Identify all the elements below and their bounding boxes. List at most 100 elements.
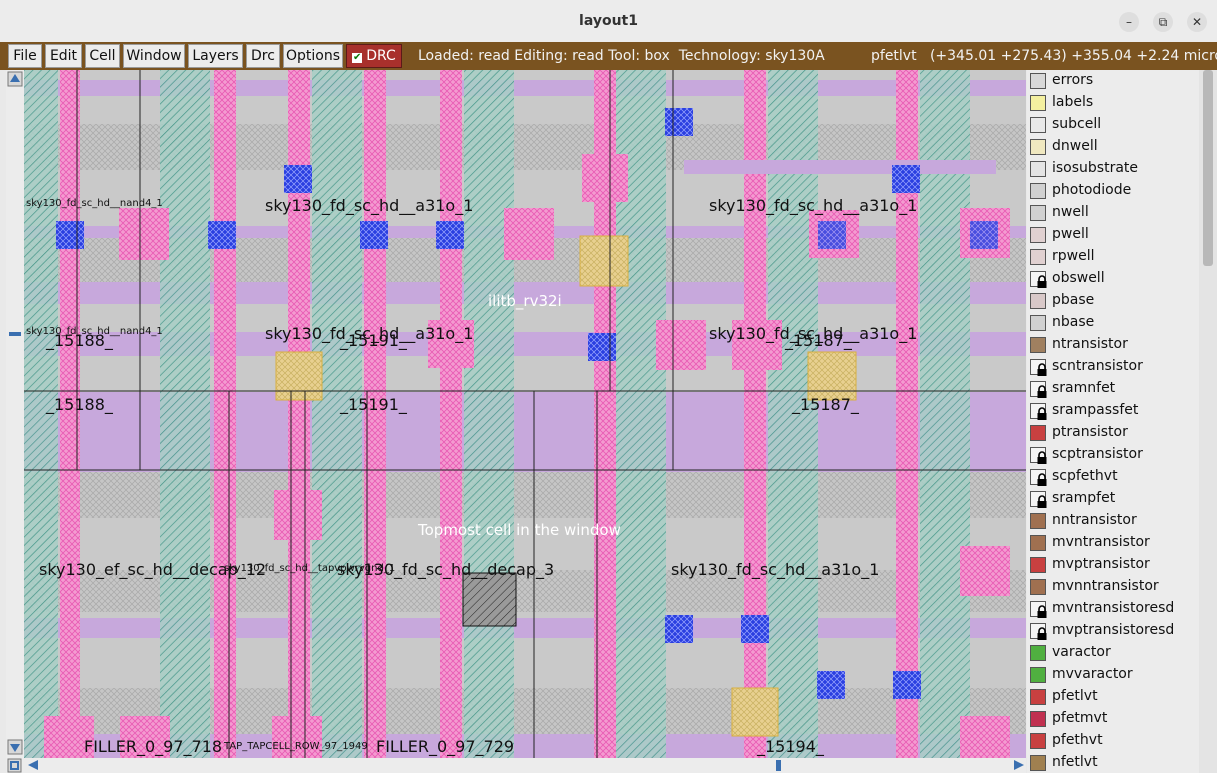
layer-item[interactable]: srampassfet [1027, 400, 1199, 422]
minimize-button[interactable]: – [1119, 12, 1139, 32]
menu-options[interactable]: Options [283, 44, 343, 68]
layer-item[interactable]: mvvaractor [1027, 664, 1199, 686]
layer-swatch[interactable] [1030, 315, 1046, 331]
layer-item[interactable]: scntransistor [1027, 356, 1199, 378]
layer-item[interactable]: mvptransistor [1027, 554, 1199, 576]
layer-swatch[interactable] [1030, 73, 1046, 89]
layer-name: photodiode [1052, 182, 1132, 198]
layer-item[interactable]: srampfet [1027, 488, 1199, 510]
lock-icon[interactable] [1030, 381, 1047, 398]
layer-item[interactable]: scpfethvt [1027, 466, 1199, 488]
layer-name: mvntransistoresd [1052, 600, 1175, 616]
layer-swatch[interactable] [1030, 183, 1046, 199]
menu-cell[interactable]: Cell [85, 44, 120, 68]
layer-swatch[interactable] [1030, 249, 1046, 265]
layer-item[interactable]: pfethvt [1027, 730, 1199, 752]
layer-swatch[interactable] [1030, 205, 1046, 221]
vertical-scrollbar[interactable] [6, 70, 24, 758]
layer-item[interactable]: mvptransistoresd [1027, 620, 1199, 642]
layer-item[interactable]: mvntransistor [1027, 532, 1199, 554]
horizontal-scrollbar[interactable] [6, 758, 1026, 773]
menu-drc[interactable]: Drc [246, 44, 280, 68]
lock-icon[interactable] [1030, 469, 1047, 486]
layer-swatch[interactable] [1030, 689, 1046, 705]
layer-swatch[interactable] [1030, 139, 1046, 155]
layer-name: nbase [1052, 314, 1095, 330]
layer-name: pwell [1052, 226, 1089, 242]
layer-item[interactable]: rpwell [1027, 246, 1199, 268]
layer-item[interactable]: nntransistor [1027, 510, 1199, 532]
menu-window[interactable]: Window [123, 44, 185, 68]
lock-icon[interactable] [1030, 271, 1047, 288]
layer-item[interactable]: isosubstrate [1027, 158, 1199, 180]
menu-edit[interactable]: Edit [45, 44, 82, 68]
layer-swatch[interactable] [1030, 227, 1046, 243]
layer-name: pbase [1052, 292, 1095, 308]
maximize-button[interactable]: ⧉ [1153, 12, 1173, 32]
status-text: Loaded: read Editing: read Tool: box Tec… [418, 48, 825, 64]
layer-item[interactable]: dnwell [1027, 136, 1199, 158]
layer-name: pfetmvt [1052, 710, 1108, 726]
layout-geometry [24, 70, 1026, 758]
checkbox-icon: ✔ [352, 52, 363, 63]
layer-swatch[interactable] [1030, 425, 1046, 441]
layer-swatch[interactable] [1030, 513, 1046, 529]
layer-item[interactable]: mvnntransistor [1027, 576, 1199, 598]
layer-item[interactable]: varactor [1027, 642, 1199, 664]
layer-swatch[interactable] [1030, 293, 1046, 309]
layer-item[interactable]: nwell [1027, 202, 1199, 224]
layer-name: subcell [1052, 116, 1102, 132]
layer-item[interactable]: pwell [1027, 224, 1199, 246]
layer-item[interactable]: mvntransistoresd [1027, 598, 1199, 620]
layer-item[interactable]: ntransistor [1027, 334, 1199, 356]
layer-swatch[interactable] [1030, 337, 1046, 353]
layer-item[interactable]: errors [1027, 70, 1199, 92]
layer-swatch[interactable] [1030, 117, 1046, 133]
layer-item[interactable]: pfetmvt [1027, 708, 1199, 730]
layer-item[interactable]: pfetlvt [1027, 686, 1199, 708]
layer-name: scptransistor [1052, 446, 1143, 462]
layer-item[interactable]: subcell [1027, 114, 1199, 136]
menu-file[interactable]: File [8, 44, 42, 68]
lock-icon[interactable] [1030, 601, 1047, 618]
lock-icon[interactable] [1030, 359, 1047, 376]
layer-swatch[interactable] [1030, 755, 1046, 771]
layer-item[interactable]: labels [1027, 92, 1199, 114]
layer-item[interactable]: pbase [1027, 290, 1199, 312]
drc-toggle-label: DRC [366, 48, 396, 64]
layer-swatch[interactable] [1030, 579, 1046, 595]
layer-item[interactable]: sramnfet [1027, 378, 1199, 400]
lock-icon[interactable] [1030, 623, 1047, 640]
layer-swatch[interactable] [1030, 161, 1046, 177]
layer-swatch[interactable] [1030, 733, 1046, 749]
layer-item[interactable]: nfetlvt [1027, 752, 1199, 773]
layer-swatch[interactable] [1030, 535, 1046, 551]
title-bar: layout1 – ⧉ ✕ [0, 0, 1217, 43]
lock-icon[interactable] [1030, 491, 1047, 508]
lock-icon[interactable] [1030, 447, 1047, 464]
layout-canvas[interactable]: sky130_fd_sc_hd__nand4_1 sky130_fd_sc_hd… [24, 70, 1026, 758]
menu-layers[interactable]: Layers [188, 44, 243, 68]
layer-item[interactable]: nbase [1027, 312, 1199, 334]
layer-panel-scrollbar[interactable] [1199, 70, 1217, 773]
layer-name: mvnntransistor [1052, 578, 1159, 594]
layer-item[interactable]: photodiode [1027, 180, 1199, 202]
close-button[interactable]: ✕ [1187, 12, 1207, 32]
current-layer: pfetlvt [871, 48, 917, 64]
lock-icon[interactable] [1030, 403, 1047, 420]
drc-toggle[interactable]: ✔ DRC [346, 44, 402, 68]
layer-swatch[interactable] [1030, 645, 1046, 661]
layer-item[interactable]: scptransistor [1027, 444, 1199, 466]
layer-item[interactable]: obswell [1027, 268, 1199, 290]
layer-name: errors [1052, 72, 1094, 88]
layer-swatch[interactable] [1030, 711, 1046, 727]
layer-swatch[interactable] [1030, 667, 1046, 683]
layer-panel: errors labels subcell dnwell isosubstrate pho… [1027, 70, 1199, 773]
instance-label: _15191_ [340, 395, 407, 414]
layer-swatch[interactable] [1030, 95, 1046, 111]
layer-item[interactable]: ptransistor [1027, 422, 1199, 444]
instance-label: _15194_ [757, 737, 824, 756]
layer-swatch[interactable] [1030, 557, 1046, 573]
layer-name: mvvaractor [1052, 666, 1133, 682]
instance-label: _15188_ [46, 395, 113, 414]
